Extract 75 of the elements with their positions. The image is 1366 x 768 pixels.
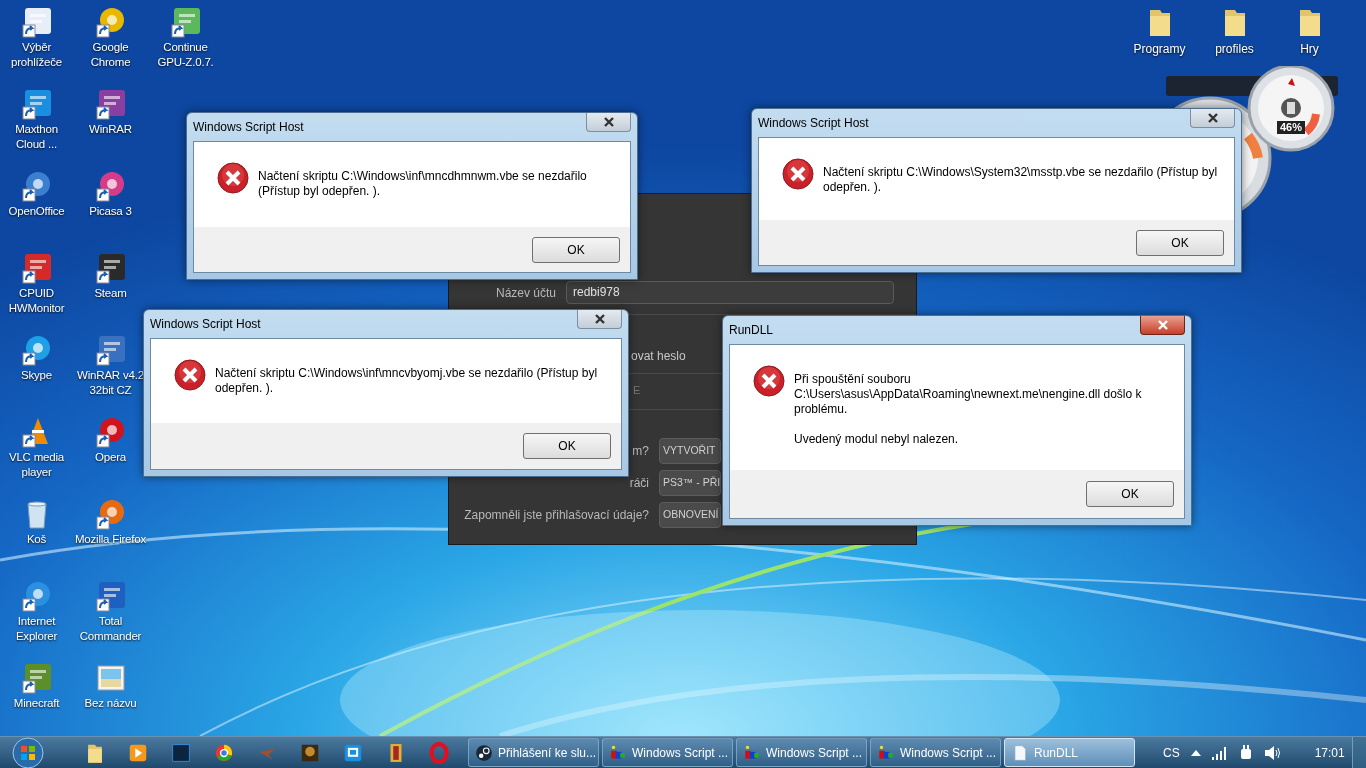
taskbar-button[interactable]: Windows Script ... — [602, 738, 733, 767]
taskbar-button[interactable]: Přihlášení ke slu... — [468, 738, 599, 767]
photo-editor-icon[interactable] — [169, 741, 192, 764]
blocks-icon — [743, 743, 761, 762]
blocks-icon — [877, 743, 895, 762]
ok-button[interactable]: OK — [1136, 229, 1224, 256]
account-field[interactable]: redbi978 — [566, 281, 894, 304]
close-icon — [1206, 113, 1219, 123]
desktop-shortcut[interactable]: CPUID HWMonitor — [0, 252, 73, 316]
row-label: m? — [632, 442, 649, 460]
row-label: Zapomněli jste přihlašovací údaje? — [464, 506, 649, 524]
desktop-shortcut[interactable]: WinRAR v4.2 32bit CZ — [74, 334, 147, 398]
error-message: Načtení skriptu C:\Windows\System32\msstp.vbe se nezdařilo (Přístup byl odepřen. ). — [823, 165, 1219, 195]
error-icon — [174, 359, 206, 391]
error-message: Načtení skriptu C:\Windows\inf\mncdhmnwm.vbe se nezdařilo (Přístup byl odepřen. ). — [258, 169, 588, 199]
error-icon — [782, 158, 814, 190]
desktop-shortcut[interactable]: Maxthon Cloud ... — [0, 88, 73, 152]
desktop-shortcut[interactable]: Bez názvu — [74, 662, 147, 711]
error-icon — [217, 162, 249, 194]
close-button[interactable] — [586, 113, 631, 132]
window-title: Windows Script Host — [758, 115, 869, 132]
desktop-shortcut[interactable]: Picasa 3 — [74, 170, 147, 219]
blocks-icon — [609, 743, 627, 762]
power-plug-icon[interactable] — [1238, 744, 1253, 761]
desktop-folder[interactable]: Programy — [1122, 6, 1197, 57]
ok-button[interactable]: OK — [1086, 481, 1174, 507]
error-message: Uvedený modul nebyl nalezen. — [794, 432, 960, 447]
desktop-shortcut[interactable]: WinRAR — [74, 88, 147, 137]
error-message: Načtení skriptu C:\Windows\inf\mncvbyomj.vbe se nezdařilo (Přístup byl odepřen. ). — [215, 366, 599, 396]
chevron-up-icon[interactable] — [1190, 749, 1201, 756]
close-icon — [602, 117, 615, 127]
desktop-shortcut[interactable]: Continue GPU-Z.0.7. — [149, 6, 222, 70]
desktop-shortcut[interactable]: Total Commander — [74, 580, 147, 644]
language-indicator[interactable]: CS — [1163, 743, 1180, 762]
action-button[interactable]: PS3™ - PŘI — [659, 469, 721, 496]
clock[interactable]: 17:01 — [1314, 743, 1345, 762]
taskbar-button[interactable]: Windows Script ... — [736, 738, 867, 767]
close-icon — [1156, 320, 1169, 330]
signal-icon[interactable] — [1211, 745, 1228, 760]
desktop-shortcut[interactable]: Výběr prohlížeče — [0, 6, 73, 70]
desktop-shortcut[interactable]: VLC media player — [0, 416, 73, 480]
desktop-shortcut[interactable]: OpenOffice — [0, 170, 73, 219]
window-title: RunDLL — [729, 322, 774, 339]
checkbox-label[interactable]: ovat heslo — [631, 347, 686, 365]
field-text: E — [633, 383, 641, 398]
close-button[interactable] — [1190, 109, 1235, 128]
window-title: Windows Script Host — [193, 119, 304, 136]
desktop-shortcut[interactable]: Google Chrome — [74, 6, 147, 70]
desktop-folder[interactable]: profiles — [1197, 6, 1272, 57]
desktop-folder[interactable]: Hry — [1272, 6, 1347, 57]
cpu-reading: 46% — [1277, 121, 1306, 134]
action-button[interactable]: VYTVOŘIT — [659, 437, 721, 464]
close-button[interactable] — [1140, 316, 1185, 335]
close-button[interactable] — [577, 310, 622, 329]
document-icon — [1011, 743, 1029, 762]
desktop-shortcut[interactable]: Steam — [74, 252, 147, 301]
volume-icon[interactable] — [1263, 744, 1282, 761]
field-label: Název účtu — [494, 284, 556, 302]
ok-button[interactable]: OK — [532, 236, 620, 263]
row-label: ráči — [629, 474, 649, 492]
desktop-shortcut[interactable]: Opera — [74, 416, 147, 465]
error-icon — [753, 365, 785, 397]
steam-icon — [475, 743, 493, 762]
desktop-shortcut[interactable]: Minecraft — [0, 662, 73, 711]
desktop-shortcut[interactable]: Koš — [0, 498, 73, 547]
action-button[interactable]: OBNOVENÍ — [659, 501, 721, 528]
desktop-shortcut[interactable]: Skype — [0, 334, 73, 383]
desktop-shortcut[interactable]: Internet Explorer — [0, 580, 73, 644]
ok-button[interactable]: OK — [523, 433, 611, 459]
error-message: Při spouštění souboru C:\Users\asus\AppData\Roaming\newnext.me\nengine.dll došlo k problému. — [794, 372, 1143, 417]
window-title: Windows Script Host — [150, 316, 261, 333]
desktop-shortcut[interactable]: Mozilla Firefox — [74, 498, 147, 547]
taskbar-button[interactable]: Windows Script ... — [870, 738, 1001, 767]
close-icon — [593, 314, 606, 324]
start-button[interactable] — [12, 736, 44, 768]
